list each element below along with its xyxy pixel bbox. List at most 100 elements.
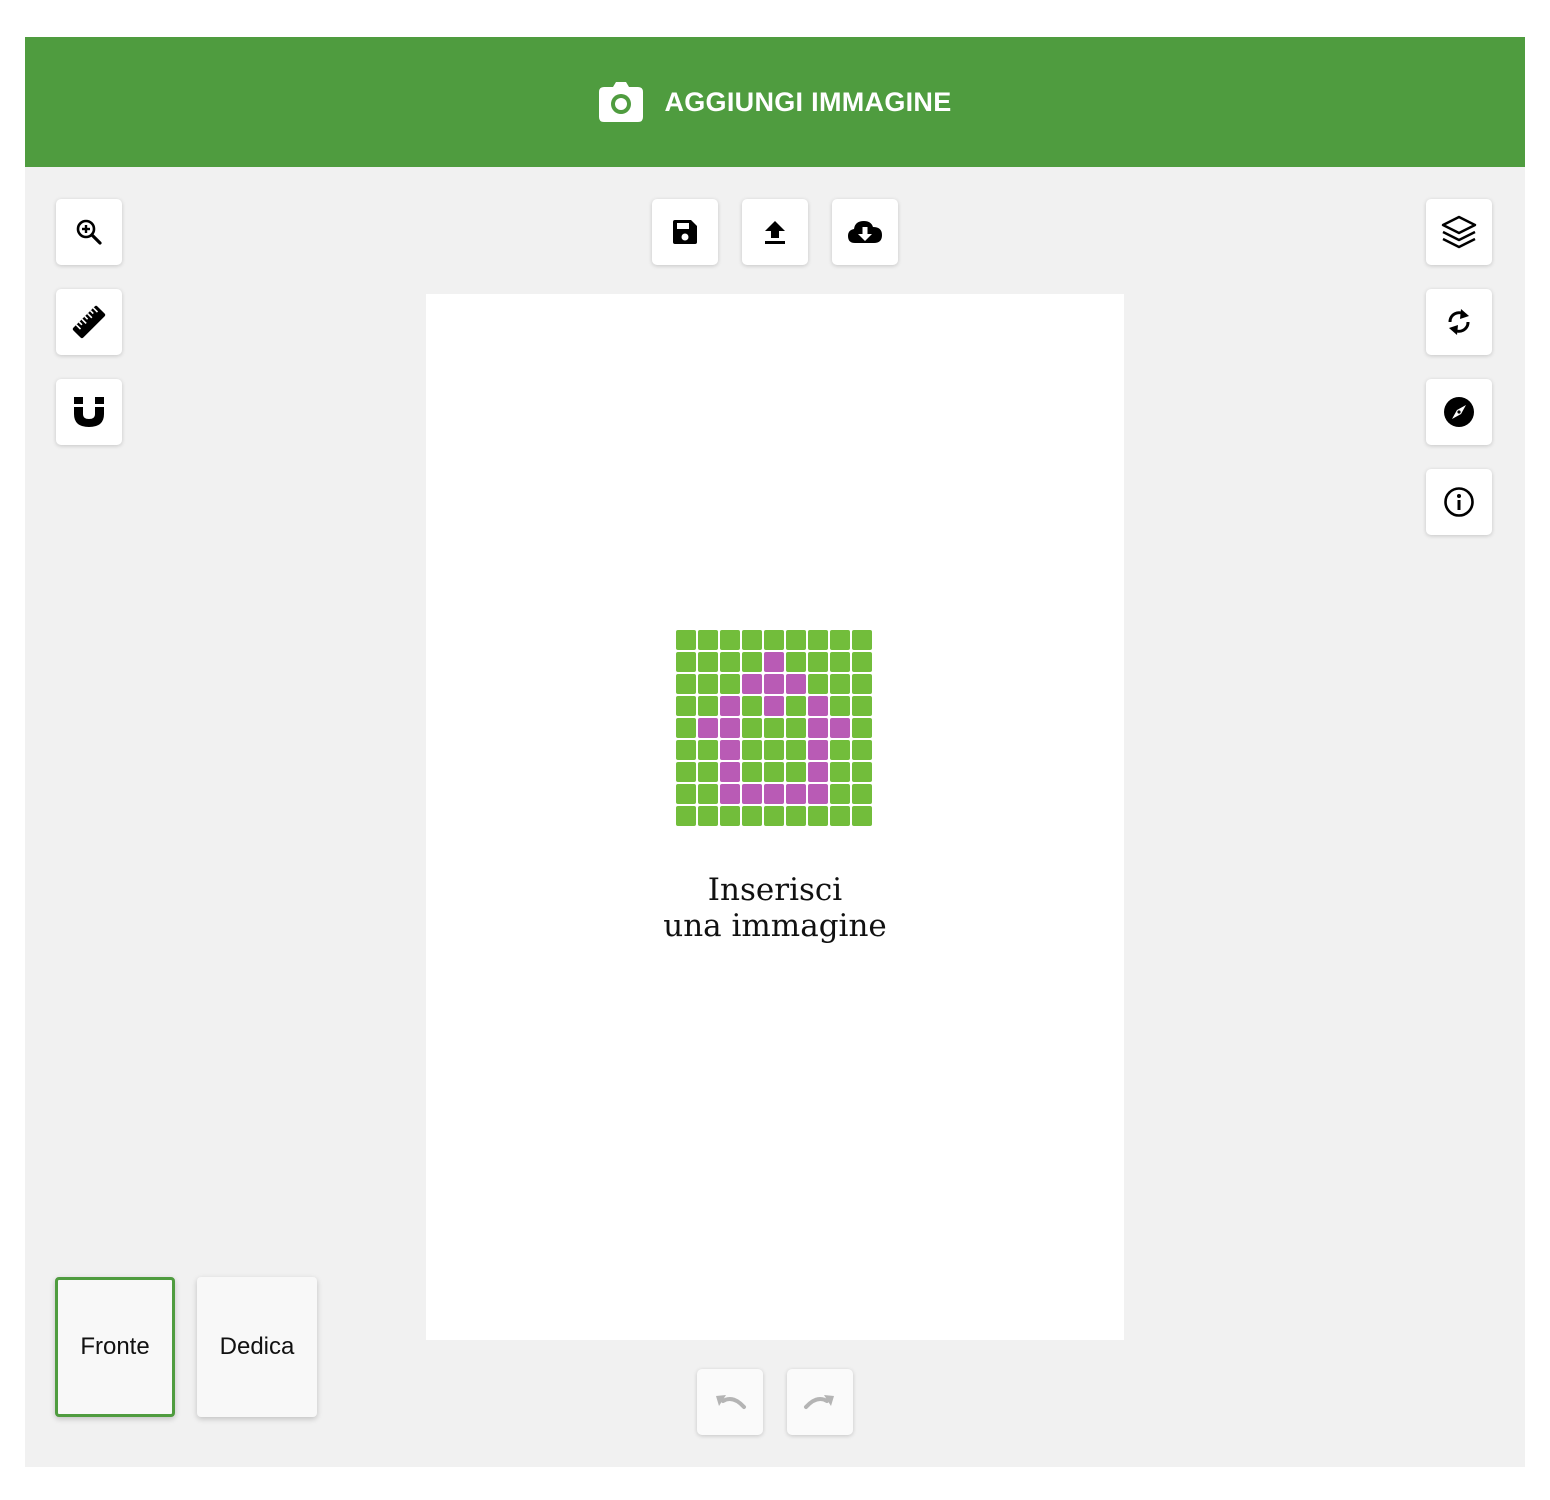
pixel-cell (808, 652, 828, 672)
pixel-cell (698, 696, 718, 716)
pixel-cell (786, 652, 806, 672)
pixel-cell (852, 674, 872, 694)
pixel-cell (720, 784, 740, 804)
header-title: AGGIUNGI IMMAGINE (664, 86, 952, 117)
pixel-cell (676, 696, 696, 716)
compass-button[interactable] (1426, 379, 1492, 445)
pixel-cell (764, 652, 784, 672)
save-button[interactable] (652, 199, 718, 265)
pixel-cell (764, 718, 784, 738)
ruler-icon (72, 305, 106, 339)
page-tab-label: Fronte (80, 1333, 150, 1360)
cloud-download-button[interactable] (832, 199, 898, 265)
rotate-icon (1448, 309, 1470, 335)
floppy-disk-icon (673, 220, 697, 244)
pixel-cell (786, 718, 806, 738)
redo-button[interactable] (787, 1369, 853, 1435)
pixel-cell (698, 718, 718, 738)
pixel-cell (742, 674, 762, 694)
magnet-icon (74, 397, 104, 427)
pixel-cell (830, 696, 850, 716)
pixel-cell (742, 652, 762, 672)
page-tab-dedica[interactable]: Dedica (197, 1277, 317, 1417)
upload-icon (765, 221, 785, 244)
pixel-cell (830, 674, 850, 694)
pixel-cell (742, 696, 762, 716)
insert-image-placeholder[interactable]: Inserisci una immagine (426, 872, 1124, 944)
page-tab-label: Dedica (219, 1333, 295, 1360)
pixel-cell (720, 630, 740, 650)
pixel-cell (830, 630, 850, 650)
design-canvas[interactable]: Inserisci una immagine (426, 294, 1124, 1340)
pixel-cell (764, 696, 784, 716)
pixel-cell (720, 652, 740, 672)
pixel-cell (830, 806, 850, 826)
layers-button[interactable] (1426, 199, 1492, 265)
pixel-cell (698, 740, 718, 760)
pixel-cell (742, 806, 762, 826)
pixel-cell (808, 762, 828, 782)
pixel-cell (720, 718, 740, 738)
pixel-cell (742, 740, 762, 760)
undo-button[interactable] (697, 1369, 763, 1435)
pixel-cell (764, 784, 784, 804)
pixel-cell (698, 630, 718, 650)
pixel-cell (808, 630, 828, 650)
pixel-cell (764, 740, 784, 760)
pixel-cell (698, 652, 718, 672)
compass-icon (1444, 397, 1474, 427)
pixel-cell (764, 630, 784, 650)
pixel-cell (830, 718, 850, 738)
image-placeholder-graphic (676, 630, 872, 826)
pixel-cell (808, 718, 828, 738)
pixel-cell (742, 718, 762, 738)
rotate-button[interactable] (1426, 289, 1492, 355)
pixel-cell (808, 806, 828, 826)
pixel-cell (676, 762, 696, 782)
pixel-cell (720, 674, 740, 694)
pixel-cell (808, 674, 828, 694)
pixel-cell (742, 784, 762, 804)
pixel-cell (808, 784, 828, 804)
cloud-download-icon (848, 221, 882, 243)
editor-app: AGGIUNGI IMMAGINE Inserisci una immagine… (25, 37, 1525, 1467)
pixel-cell (786, 740, 806, 760)
pixel-cell (830, 652, 850, 672)
pixel-cell (786, 806, 806, 826)
pixel-cell (720, 762, 740, 782)
pixel-cell (852, 740, 872, 760)
pixel-cell (852, 696, 872, 716)
pixel-cell (720, 806, 740, 826)
pixel-cell (676, 718, 696, 738)
page-tab-fronte[interactable]: Fronte (55, 1277, 175, 1417)
placeholder-line-2: una immagine (663, 908, 887, 944)
pixel-cell (742, 762, 762, 782)
zoom-in-icon (76, 219, 102, 245)
pixel-cell (808, 740, 828, 760)
info-button[interactable] (1426, 469, 1492, 535)
undo-icon (716, 1395, 746, 1409)
placeholder-line-1: Inserisci (707, 872, 843, 908)
pixel-cell (764, 806, 784, 826)
add-image-header-button[interactable]: AGGIUNGI IMMAGINE (25, 37, 1525, 167)
pixel-cell (786, 696, 806, 716)
ruler-button[interactable] (56, 289, 122, 355)
pixel-cell (676, 630, 696, 650)
pixel-cell (676, 652, 696, 672)
pixel-cell (830, 762, 850, 782)
pixel-cell (852, 784, 872, 804)
pixel-cell (852, 762, 872, 782)
pixel-cell (852, 630, 872, 650)
pixel-cell (676, 784, 696, 804)
pixel-cell (764, 674, 784, 694)
pixel-cell (676, 806, 696, 826)
pixel-cell (676, 674, 696, 694)
upload-button[interactable] (742, 199, 808, 265)
pixel-cell (676, 740, 696, 760)
pixel-cell (720, 740, 740, 760)
pixel-cell (786, 762, 806, 782)
pixel-cell (720, 696, 740, 716)
zoom-button[interactable] (56, 199, 122, 265)
pixel-cell (808, 696, 828, 716)
magnet-button[interactable] (56, 379, 122, 445)
